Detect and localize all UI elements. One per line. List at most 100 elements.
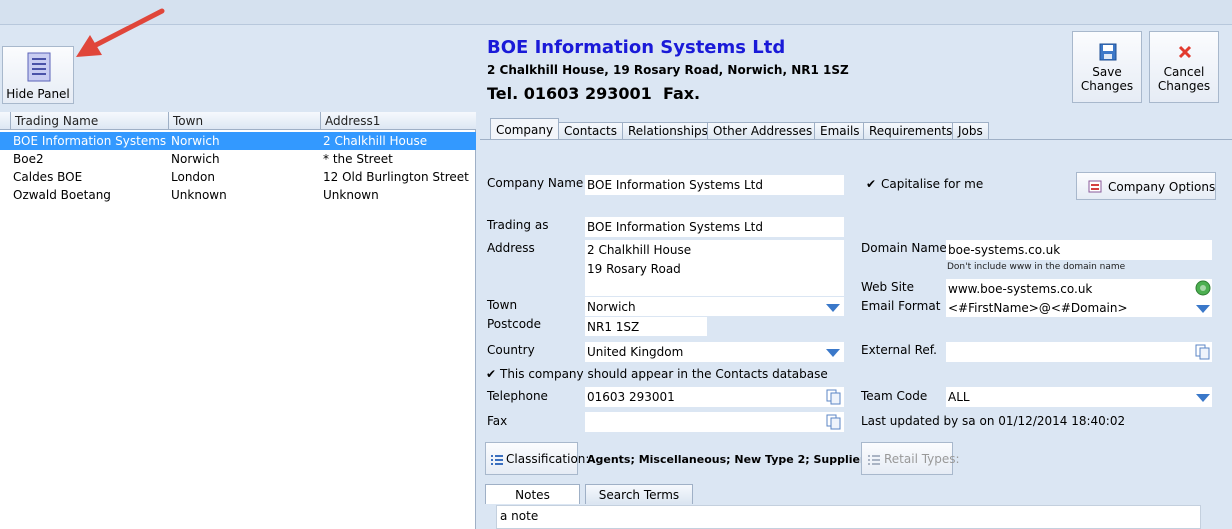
cell-address1: 12 Old Burlington Street xyxy=(323,170,469,184)
red-arrow-icon xyxy=(76,8,165,57)
cell-trading-name: Ozwald Boetang xyxy=(13,188,111,202)
company-name-field[interactable]: BOE Information Systems Ltd xyxy=(585,175,844,195)
table-row[interactable]: BOE Information Systems Lt Norwich 2 Cha… xyxy=(0,132,476,150)
external-ref-label: External Ref. xyxy=(861,343,937,357)
address-line-2: 19 Rosary Road xyxy=(587,262,681,276)
domain-name-label: Domain Name xyxy=(861,241,947,255)
hide-panel-label: Hide Panel xyxy=(6,87,70,101)
grid-header: Trading Name Town Address1 xyxy=(0,112,476,130)
cancel-changes-label: Cancel Changes xyxy=(1157,65,1211,93)
team-code-select[interactable]: ALL xyxy=(946,387,1212,407)
telephone-field[interactable]: 01603 293001 xyxy=(585,387,844,407)
column-header-trading-name[interactable]: Trading Name xyxy=(10,112,168,130)
cell-trading-name: Boe2 xyxy=(13,152,44,166)
contacts-db-label: This company should appear in the Contac… xyxy=(500,367,828,381)
cell-town: Unknown xyxy=(171,188,227,202)
top-strip xyxy=(0,0,1232,25)
email-format-select[interactable]: <#FirstName>@<#Domain> xyxy=(946,298,1212,317)
list-icon xyxy=(491,455,503,465)
hide-panel-button[interactable]: Hide Panel xyxy=(2,46,74,104)
address-line-1: 2 Chalkhill House xyxy=(587,243,692,257)
cell-town: London xyxy=(171,170,215,184)
capitalise-label: Capitalise for me xyxy=(881,177,984,191)
copy-icon[interactable] xyxy=(1195,344,1211,360)
tab-contacts[interactable]: Contacts xyxy=(558,122,623,140)
panel-icon xyxy=(27,52,51,82)
notes-text: a note xyxy=(500,509,539,523)
retail-types-button[interactable]: Retail Types: xyxy=(861,442,960,475)
postcode-label: Postcode xyxy=(487,317,542,331)
web-site-label: Web Site xyxy=(861,280,915,294)
options-icon xyxy=(1088,180,1102,193)
company-options-label: Company Options xyxy=(1108,180,1216,194)
contacts-db-checkbox[interactable]: ✔ xyxy=(486,367,496,381)
fax-field[interactable] xyxy=(585,412,844,432)
cell-address1: * the Street xyxy=(323,152,393,166)
save-changes-label: Save Changes xyxy=(1080,65,1134,93)
trading-as-label: Trading as xyxy=(487,218,549,232)
cell-address1: 2 Chalkhill House xyxy=(323,134,428,148)
tab-relationships[interactable]: Relationships xyxy=(622,122,714,140)
external-ref-field[interactable] xyxy=(946,342,1212,362)
cell-trading-name: Caldes BOE xyxy=(13,170,83,184)
address-field[interactable]: 2 Chalkhill House 19 Rosary Road xyxy=(585,240,844,296)
capitalise-checkbox[interactable]: ✔ xyxy=(866,177,876,191)
fax-label: Fax xyxy=(487,414,508,428)
cell-town: Norwich xyxy=(171,152,220,166)
table-row[interactable]: Boe2 Norwich * the Street xyxy=(0,150,476,168)
cell-trading-name: BOE Information Systems Lt xyxy=(13,134,167,148)
email-format-label: Email Format xyxy=(861,299,941,313)
cancel-changes-button[interactable]: Cancel Changes xyxy=(1149,31,1219,103)
column-header-town[interactable]: Town xyxy=(168,112,320,130)
country-select[interactable]: United Kingdom xyxy=(585,342,844,362)
company-name-label: Company Name xyxy=(487,176,584,190)
copy-icon[interactable] xyxy=(826,389,842,405)
save-changes-button[interactable]: Save Changes xyxy=(1072,31,1142,103)
retail-types-label: Retail Types: xyxy=(884,452,960,466)
country-label: Country xyxy=(487,343,535,357)
town-label: Town xyxy=(487,298,518,312)
globe-icon[interactable] xyxy=(1195,280,1211,296)
company-form: Company Name BOE Information Systems Ltd… xyxy=(480,140,1232,529)
tab-emails[interactable]: Emails xyxy=(814,122,866,140)
tab-search-terms[interactable]: Search Terms xyxy=(585,484,693,504)
list-icon xyxy=(868,455,880,465)
save-icon xyxy=(1099,43,1117,61)
tab-requirements[interactable]: Requirements xyxy=(863,122,959,140)
domain-name-field[interactable]: boe-systems.co.uk xyxy=(946,240,1212,260)
company-options-button[interactable]: Company Options xyxy=(1076,172,1216,200)
tab-notes[interactable]: Notes xyxy=(485,484,580,504)
last-updated-text: Last updated by sa on 01/12/2014 18:40:0… xyxy=(861,414,1126,428)
chevron-down-icon[interactable] xyxy=(1196,394,1210,402)
company-address-line: 2 Chalkhill House, 19 Rosary Road, Norwi… xyxy=(487,63,849,77)
table-row[interactable]: Ozwald Boetang Unknown Unknown xyxy=(0,186,476,204)
domain-note: Don't include www in the domain name xyxy=(947,262,1126,272)
web-site-field[interactable]: www.boe-systems.co.uk xyxy=(946,279,1212,298)
team-code-label: Team Code xyxy=(861,389,928,403)
postcode-field[interactable]: NR1 1SZ xyxy=(585,317,707,336)
classification-value: Agents; Miscellaneous; New Type 2; Suppl… xyxy=(587,453,870,466)
cell-address1: Unknown xyxy=(323,188,379,202)
notes-textarea[interactable]: a note xyxy=(496,505,1201,529)
company-title: BOE Information Systems Ltd xyxy=(487,37,786,58)
column-header-address1[interactable]: Address1 xyxy=(320,112,476,130)
town-field[interactable]: Norwich xyxy=(585,297,844,316)
chevron-down-icon[interactable] xyxy=(826,304,840,312)
tab-other-addresses[interactable]: Other Addresses xyxy=(707,122,819,140)
tab-company[interactable]: Company xyxy=(490,118,560,140)
close-icon xyxy=(1178,45,1192,59)
telephone-label: Telephone xyxy=(487,389,548,403)
address-label: Address xyxy=(487,241,535,255)
classification-button[interactable]: Classification: xyxy=(485,442,589,475)
classification-label: Classification: xyxy=(506,452,590,466)
chevron-down-icon[interactable] xyxy=(826,349,840,357)
table-row[interactable]: Caldes BOE London 12 Old Burlington Stre… xyxy=(0,168,476,186)
trading-as-field[interactable]: BOE Information Systems Ltd xyxy=(585,217,844,237)
company-grid[interactable]: Trading Name Town Address1 BOE Informati… xyxy=(0,112,476,529)
record-tabs: Company Contacts Relationships Other Add… xyxy=(480,118,1232,140)
cell-town: Norwich xyxy=(171,134,220,148)
company-tel-line: Tel. 01603 293001 Fax. xyxy=(487,84,701,103)
copy-icon[interactable] xyxy=(826,414,842,430)
tab-jobs[interactable]: Jobs xyxy=(952,122,989,140)
chevron-down-icon[interactable] xyxy=(1196,305,1210,313)
